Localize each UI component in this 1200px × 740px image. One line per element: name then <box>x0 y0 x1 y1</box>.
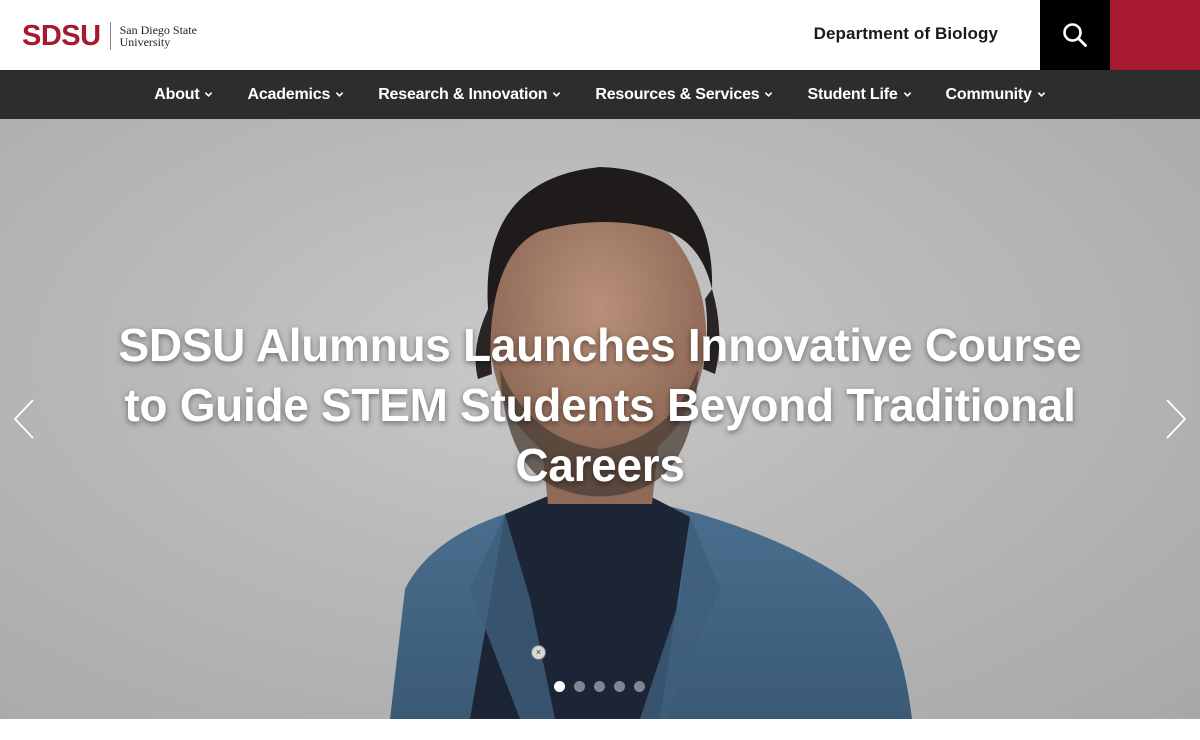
carousel-dot-3[interactable] <box>594 681 605 692</box>
carousel-pause-button[interactable]: × <box>531 645 546 660</box>
nav-item-label: Academics <box>247 85 331 103</box>
chevron-down-icon <box>205 92 213 97</box>
sdsu-logo[interactable]: SDSU San Diego State University <box>22 20 197 52</box>
carousel-dot-2[interactable] <box>574 681 585 692</box>
carousel-dot-5[interactable] <box>634 681 645 692</box>
nav-item-resources-services[interactable]: Resources & Services <box>595 86 773 104</box>
logo-mark: SDSU <box>22 19 101 52</box>
logo-line-2: University <box>119 35 171 49</box>
department-title[interactable]: Department of Biology <box>814 24 998 44</box>
site-header: SDSU San Diego State University Departme… <box>0 0 1200 70</box>
logo-wordmark: San Diego State University <box>120 24 197 48</box>
logo-divider <box>109 22 111 50</box>
nav-item-academics[interactable]: Academics <box>247 86 344 104</box>
hero-headline[interactable]: SDSU Alumnus Launches Innovative Course … <box>100 315 1100 495</box>
search-button[interactable] <box>1040 0 1110 70</box>
nav-item-student-life[interactable]: Student Life <box>807 86 911 104</box>
chevron-down-icon <box>1037 92 1045 97</box>
chevron-down-icon <box>553 92 561 97</box>
nav-item-research-innovation[interactable]: Research & Innovation <box>378 86 561 104</box>
nav-item-label: Resources & Services <box>595 85 760 103</box>
chevron-right-icon <box>1166 399 1187 439</box>
menu-block[interactable] <box>1110 0 1200 70</box>
nav-item-label: Research & Innovation <box>378 85 548 103</box>
main-nav: About Academics Research & Innovation Re… <box>0 70 1200 119</box>
carousel-dot-4[interactable] <box>614 681 625 692</box>
carousel-next-button[interactable] <box>1164 397 1188 441</box>
chevron-down-icon <box>765 92 773 97</box>
nav-item-label: Student Life <box>807 85 898 103</box>
carousel-dot-1[interactable] <box>554 681 565 692</box>
nav-item-label: Community <box>945 85 1032 103</box>
page-content-start <box>0 719 1200 740</box>
search-icon <box>1063 23 1087 47</box>
chevron-down-icon <box>335 92 344 97</box>
carousel-prev-button[interactable] <box>12 397 36 441</box>
nav-item-label: About <box>154 85 200 103</box>
chevron-down-icon <box>903 92 911 97</box>
nav-item-community[interactable]: Community <box>946 86 1046 104</box>
hero-carousel: SDSU Alumnus Launches Innovative Course … <box>0 119 1200 719</box>
chevron-left-icon <box>13 399 34 439</box>
nav-item-about[interactable]: About <box>154 86 213 104</box>
carousel-indicators <box>554 681 654 692</box>
